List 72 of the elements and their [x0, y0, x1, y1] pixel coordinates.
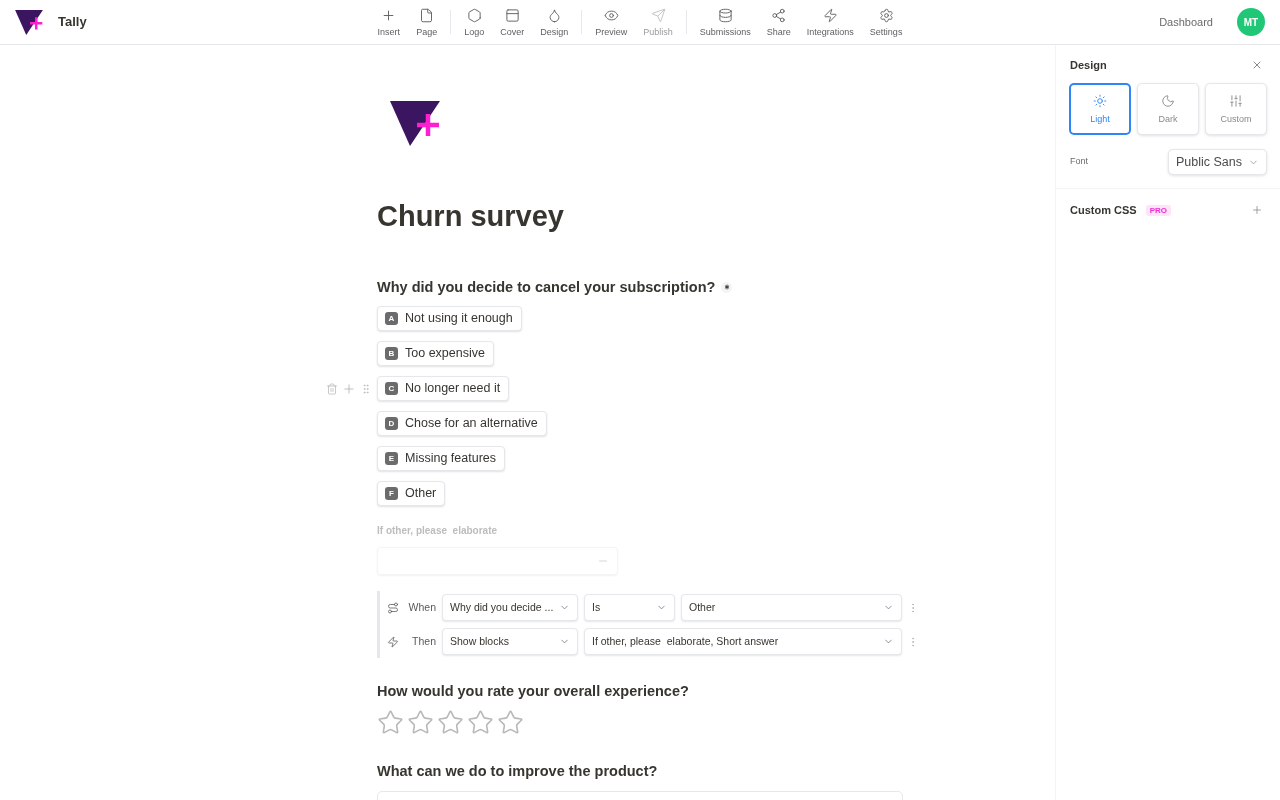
choice-option[interactable]: B Too expensive: [377, 341, 494, 366]
option-key: F: [385, 487, 398, 500]
theme-option[interactable]: Custom: [1205, 83, 1267, 135]
settings-icon: [878, 8, 894, 23]
brand-logo: [15, 9, 43, 35]
star-icon[interactable]: [407, 709, 434, 736]
dashboard-link[interactable]: Dashboard: [1159, 13, 1213, 31]
section-title: Custom CSS: [1070, 203, 1137, 217]
lightning-icon: [822, 8, 838, 23]
plus-icon[interactable]: [342, 381, 356, 396]
plus-icon: [381, 8, 397, 23]
star-icon[interactable]: [377, 709, 404, 736]
paper-plane-icon: [650, 8, 666, 23]
option-key: B: [385, 347, 398, 360]
plus-icon[interactable]: [1251, 204, 1263, 216]
choice-option[interactable]: F Other: [377, 481, 446, 506]
choice-option[interactable]: E Missing features: [377, 446, 505, 471]
option-key: A: [385, 312, 398, 325]
toolbar-button[interactable]: Settings: [861, 6, 911, 38]
font-label: Font: [1070, 155, 1088, 169]
choice-option[interactable]: C No longer need it: [377, 376, 510, 401]
hexagon-icon: [466, 8, 482, 23]
trash-icon[interactable]: [326, 382, 338, 395]
panel-title: Design: [1070, 58, 1107, 72]
condition-select[interactable]: Why did you decide ...: [442, 594, 578, 621]
field-label: If other, please elaborate: [377, 525, 498, 537]
star-icon[interactable]: [467, 709, 494, 736]
pro-tag: PRO: [1145, 204, 1171, 216]
lightning-icon: [387, 635, 399, 648]
toolbar-button[interactable]: Share: [758, 6, 799, 38]
logic-label: Then: [411, 633, 436, 649]
condition-select[interactable]: Other: [681, 594, 902, 621]
logic-label: When: [407, 599, 436, 615]
theme-option[interactable]: Light: [1069, 83, 1131, 135]
moon-icon: [1161, 93, 1175, 108]
toolbar-button[interactable]: Insert: [369, 6, 409, 38]
share-icon: [771, 8, 787, 23]
window-icon: [504, 8, 520, 23]
condition-select[interactable]: If other, please elaborate, Short answer: [584, 628, 902, 655]
database-icon: [717, 8, 733, 23]
question-title: Why did you decide to cancel your subscription?: [377, 278, 716, 297]
page-icon: [419, 8, 435, 23]
brand-name: Tally: [58, 13, 87, 32]
theme-option[interactable]: Dark: [1137, 83, 1199, 135]
option-key: E: [385, 452, 398, 465]
condition-select[interactable]: Show blocks: [442, 628, 578, 655]
condition-select[interactable]: Is: [584, 594, 675, 621]
star-icon[interactable]: [437, 709, 464, 736]
question-title: How would you rate your overall experience?: [377, 682, 689, 701]
droplet-icon: [546, 8, 562, 23]
toolbar-button[interactable]: Integrations: [798, 6, 862, 38]
option-key: D: [385, 417, 398, 430]
form-title: Churn survey: [377, 199, 564, 234]
question-title: What can we do to improve the product?: [377, 762, 658, 781]
close-icon[interactable]: [1251, 59, 1263, 71]
toolbar-button[interactable]: Submissions: [691, 6, 759, 38]
route-icon: [387, 601, 399, 614]
toolbar-button[interactable]: Design: [532, 6, 577, 38]
option-key: C: [385, 382, 398, 395]
sun-icon: [1093, 93, 1107, 108]
font-select[interactable]: Public Sans: [1168, 149, 1267, 175]
choice-option[interactable]: A Not using it enough: [377, 306, 522, 331]
toolbar-button[interactable]: Cover: [492, 6, 533, 38]
toolbar-button[interactable]: Preview: [587, 6, 636, 38]
drag-handle-icon[interactable]: [360, 382, 372, 395]
form-logo: [390, 101, 440, 146]
star-icon[interactable]: [497, 709, 524, 736]
toolbar-button[interactable]: Page: [408, 6, 446, 38]
choice-option[interactable]: D Chose for an alternative: [377, 411, 547, 436]
toolbar-button[interactable]: Logo: [456, 6, 493, 38]
eye-icon: [603, 8, 619, 23]
sliders-icon: [1229, 93, 1243, 108]
